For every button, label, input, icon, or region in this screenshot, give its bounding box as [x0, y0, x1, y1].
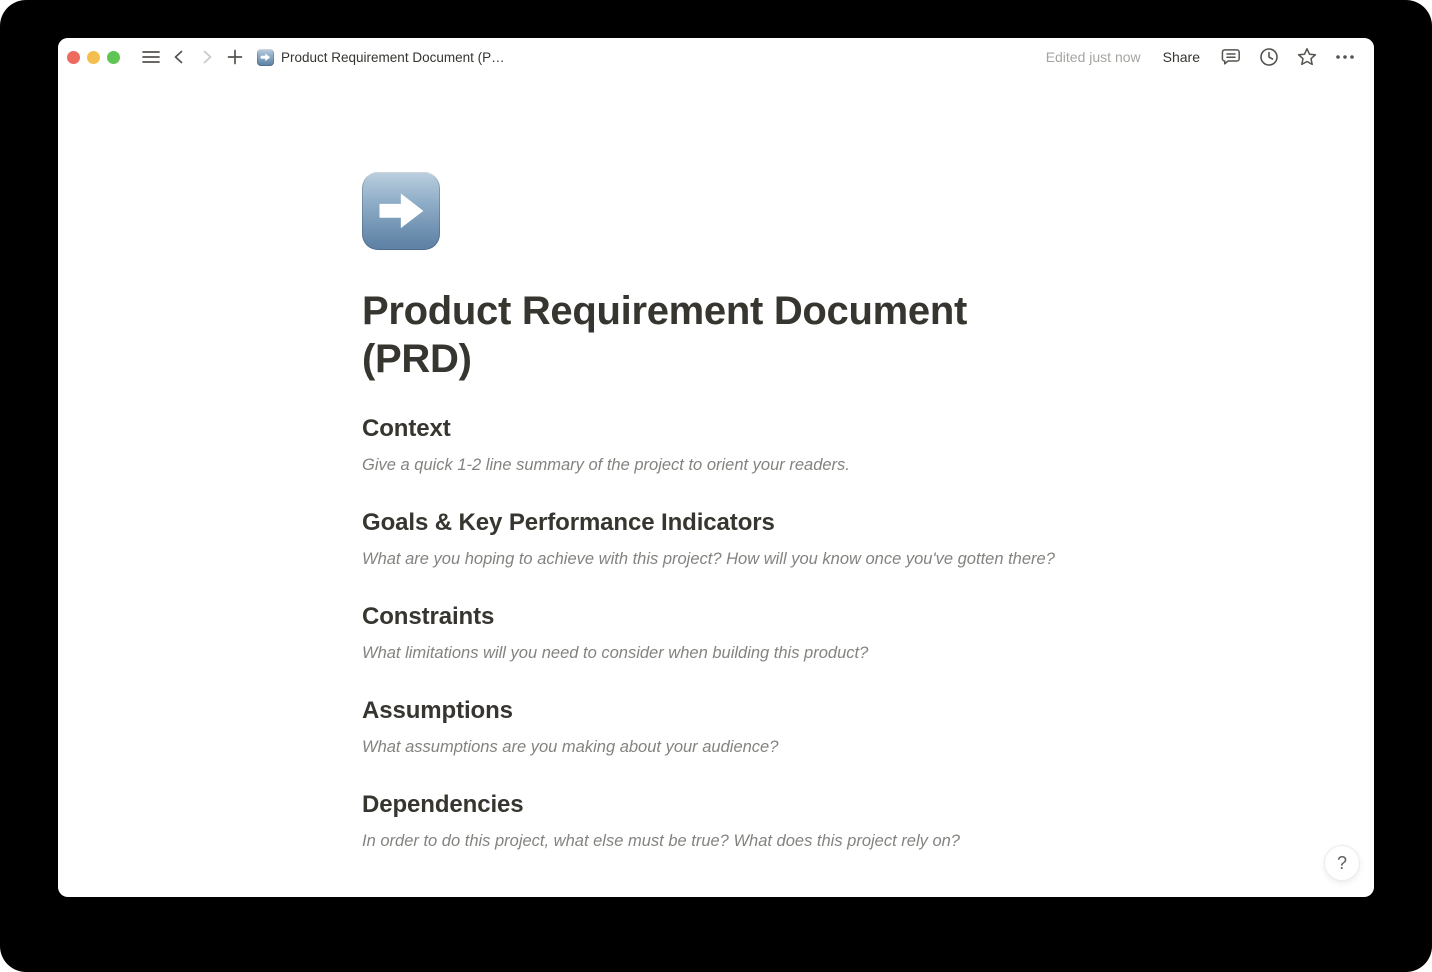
titlebar-actions: Edited just now Share [1046, 43, 1360, 71]
forward-button[interactable] [193, 43, 221, 71]
sidebar-toggle-button[interactable] [137, 43, 165, 71]
section-hint[interactable]: What assumptions are you making about yo… [362, 735, 1070, 759]
favorite-button[interactable] [1292, 43, 1322, 71]
more-options-button[interactable] [1330, 43, 1360, 71]
titlebar: Product Requirement Document (P… Edited … [58, 38, 1374, 76]
section-heading[interactable]: Constraints [362, 602, 1070, 632]
new-tab-button[interactable] [221, 43, 249, 71]
updates-history-button[interactable] [1254, 43, 1284, 71]
desktop-background: Product Requirement Document (P… Edited … [0, 0, 1432, 972]
section-heading[interactable]: Dependencies [362, 790, 1070, 820]
section-heading[interactable]: Goals & Key Performance Indicators [362, 508, 1070, 538]
chevron-left-icon [171, 49, 187, 65]
tab-title: Product Requirement Document (P… [281, 50, 505, 65]
section-dependencies: Dependencies In order to do this project… [362, 790, 1070, 853]
hamburger-menu-icon [142, 50, 160, 64]
share-button[interactable]: Share [1155, 46, 1208, 68]
page-title[interactable]: Product Requirement Document (PRD) [362, 287, 1070, 383]
history-clock-icon [1259, 47, 1279, 67]
comment-icon [1221, 48, 1241, 67]
section-hint[interactable]: In order to do this project, what else m… [362, 829, 1070, 853]
section-hint[interactable]: What are you hoping to achieve with this… [362, 547, 1070, 571]
chevron-right-icon [199, 49, 215, 65]
section-heading[interactable]: Context [362, 414, 1070, 444]
back-button[interactable] [165, 43, 193, 71]
section-heading[interactable]: Assumptions [362, 696, 1070, 726]
section-assumptions: Assumptions What assumptions are you mak… [362, 696, 1070, 759]
star-icon [1297, 47, 1317, 67]
edited-status: Edited just now [1046, 49, 1141, 65]
section-constraints: Constraints What limitations will you ne… [362, 602, 1070, 665]
section-context: Context Give a quick 1-2 line summary of… [362, 414, 1070, 477]
notion-app-window: Product Requirement Document (P… Edited … [58, 38, 1374, 897]
plus-icon [227, 49, 243, 65]
page-scroll-area[interactable]: Product Requirement Document (PRD) Conte… [58, 76, 1374, 897]
right-arrow-emoji-icon [257, 49, 274, 66]
section-hint[interactable]: Give a quick 1-2 line summary of the pro… [362, 453, 1070, 477]
comments-button[interactable] [1216, 43, 1246, 71]
page-content: Product Requirement Document (PRD) Conte… [362, 76, 1070, 853]
more-ellipsis-icon [1335, 54, 1355, 60]
section-hint[interactable]: What limitations will you need to consid… [362, 641, 1070, 665]
nav-controls [137, 43, 249, 71]
active-tab[interactable]: Product Requirement Document (P… [257, 49, 505, 66]
traffic-lights [67, 51, 120, 64]
section-goals-kpis: Goals & Key Performance Indicators What … [362, 508, 1070, 571]
close-window-button[interactable] [67, 51, 80, 64]
page-icon-right-arrow-emoji[interactable] [362, 172, 440, 250]
minimize-window-button[interactable] [87, 51, 100, 64]
zoom-window-button[interactable] [107, 51, 120, 64]
help-button[interactable]: ? [1324, 845, 1360, 881]
